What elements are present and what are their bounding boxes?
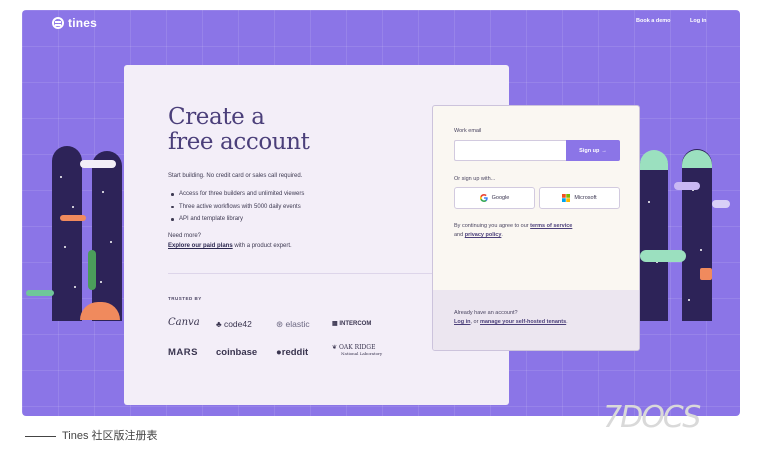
green-bar-decoration — [26, 290, 54, 296]
form-footer: Already have an account? Log in, or mana… — [433, 290, 639, 350]
email-field[interactable] — [454, 140, 566, 161]
mint-cap-decoration — [640, 150, 668, 170]
log-in-link-form[interactable]: Log in — [454, 319, 471, 325]
left-pillar-2 — [92, 151, 122, 321]
foot-end: . — [566, 319, 568, 325]
code42-logo: ♣ code42 — [216, 319, 252, 329]
intercom-logo: ▦ INTERCOM — [332, 320, 371, 327]
terms-end: . — [501, 232, 503, 238]
tines-logo-icon — [52, 17, 64, 29]
reddit-text: reddit — [281, 347, 309, 358]
pill-decoration — [80, 160, 116, 168]
pill-decoration-right — [712, 200, 730, 208]
oak-ridge-subtext: National Laboratory — [341, 351, 383, 356]
feature-list: Access for three builders and unlimited … — [168, 188, 304, 226]
microsoft-button[interactable]: Microsoft — [539, 187, 620, 209]
caption-text: Tines 社区版注册表 — [62, 430, 158, 442]
figure-caption: Tines 社区版注册表 — [25, 427, 158, 443]
lilac-bar-decoration — [674, 182, 700, 190]
orange-hex-decoration — [700, 268, 712, 280]
screenshot-frame: tines Book a demo Log in Create a free a… — [22, 10, 740, 416]
already-account-text: Already have an account? — [454, 310, 518, 316]
orange-bar-decoration — [60, 215, 86, 221]
top-navigation: tines Book a demo Log in — [22, 10, 740, 34]
terms-of-service-link[interactable]: terms of service — [530, 223, 572, 229]
oak-ridge-icon: ❦ — [332, 344, 338, 351]
subtext: Start building. No credit card or sales … — [168, 173, 303, 179]
logo-text: tines — [68, 16, 98, 30]
code42-text: code42 — [223, 319, 252, 329]
elastic-text: elastic — [285, 319, 310, 329]
code42-icon: ♣ — [216, 319, 222, 329]
elastic-icon: ⊛ — [276, 319, 284, 329]
mint-bar-decoration — [640, 250, 686, 262]
left-pillar-1 — [52, 146, 82, 321]
microsoft-icon — [562, 194, 571, 202]
paid-plans-suffix: with a product expert. — [232, 243, 292, 249]
reddit-logo: ●reddit — [276, 347, 308, 358]
google-button[interactable]: Google — [454, 187, 535, 209]
login-line: Log in, or manage your self-hosted tenan… — [454, 319, 568, 325]
sign-up-label: Sign up — [579, 147, 600, 154]
trusted-by-label: TRUSTED BY — [168, 296, 202, 301]
terms-prefix: By continuing you agree to our — [454, 223, 531, 229]
signup-form: Work email Sign up → Or sign up with... G… — [432, 105, 640, 351]
google-label: Google — [491, 195, 510, 201]
or-word: , or — [470, 319, 480, 325]
right-pillar-1 — [640, 151, 668, 321]
oak-ridge-text: OAK RIDGE — [338, 344, 376, 351]
canva-logo: Canva — [168, 317, 200, 328]
mars-logo: MARS — [168, 347, 198, 358]
need-more-text: Need more? — [168, 233, 202, 239]
elastic-logo: ⊛ elastic — [276, 319, 310, 330]
coinbase-logo: coinbase — [216, 347, 258, 358]
terms-mid: and — [454, 232, 465, 238]
arrow-right-icon: → — [601, 147, 607, 154]
caption-dash — [25, 435, 56, 437]
log-in-link[interactable]: Log in — [690, 18, 707, 24]
feature-item: Access for three builders and unlimited … — [168, 188, 304, 201]
feature-item: Three active workflows with 5000 daily e… — [168, 201, 304, 214]
headline-line-2: free account — [168, 129, 310, 155]
google-icon — [479, 194, 488, 202]
paid-plans-line: Explore our paid plans with a product ex… — [168, 243, 292, 249]
sign-up-button[interactable]: Sign up → — [566, 140, 620, 161]
email-label: Work email — [454, 128, 482, 134]
plant-decoration — [88, 250, 96, 290]
privacy-policy-link[interactable]: privacy policy — [465, 232, 502, 238]
manage-tenants-link[interactable]: manage your self-hosted tenants — [480, 319, 566, 325]
terms-text: By continuing you agree to our terms of … — [454, 222, 629, 240]
book-demo-link[interactable]: Book a demo — [636, 18, 671, 24]
intercom-text: INTERCOM — [339, 321, 372, 327]
feature-item: API and template library — [168, 213, 304, 226]
right-pillar-2 — [682, 149, 712, 321]
or-sign-up-label: Or sign up with... — [454, 176, 496, 182]
oak-ridge-logo: ❦ OAK RIDGE National Laboratory — [332, 345, 382, 357]
tines-logo[interactable]: tines — [52, 16, 97, 30]
headline-line-1: Create a — [168, 104, 265, 130]
microsoft-label: Microsoft — [574, 195, 597, 201]
page-title: Create a free account — [168, 104, 310, 155]
intercom-icon: ▦ — [332, 321, 338, 327]
paid-plans-link[interactable]: Explore our paid plans — [168, 243, 233, 249]
watermark: 7DOCS — [603, 400, 701, 435]
